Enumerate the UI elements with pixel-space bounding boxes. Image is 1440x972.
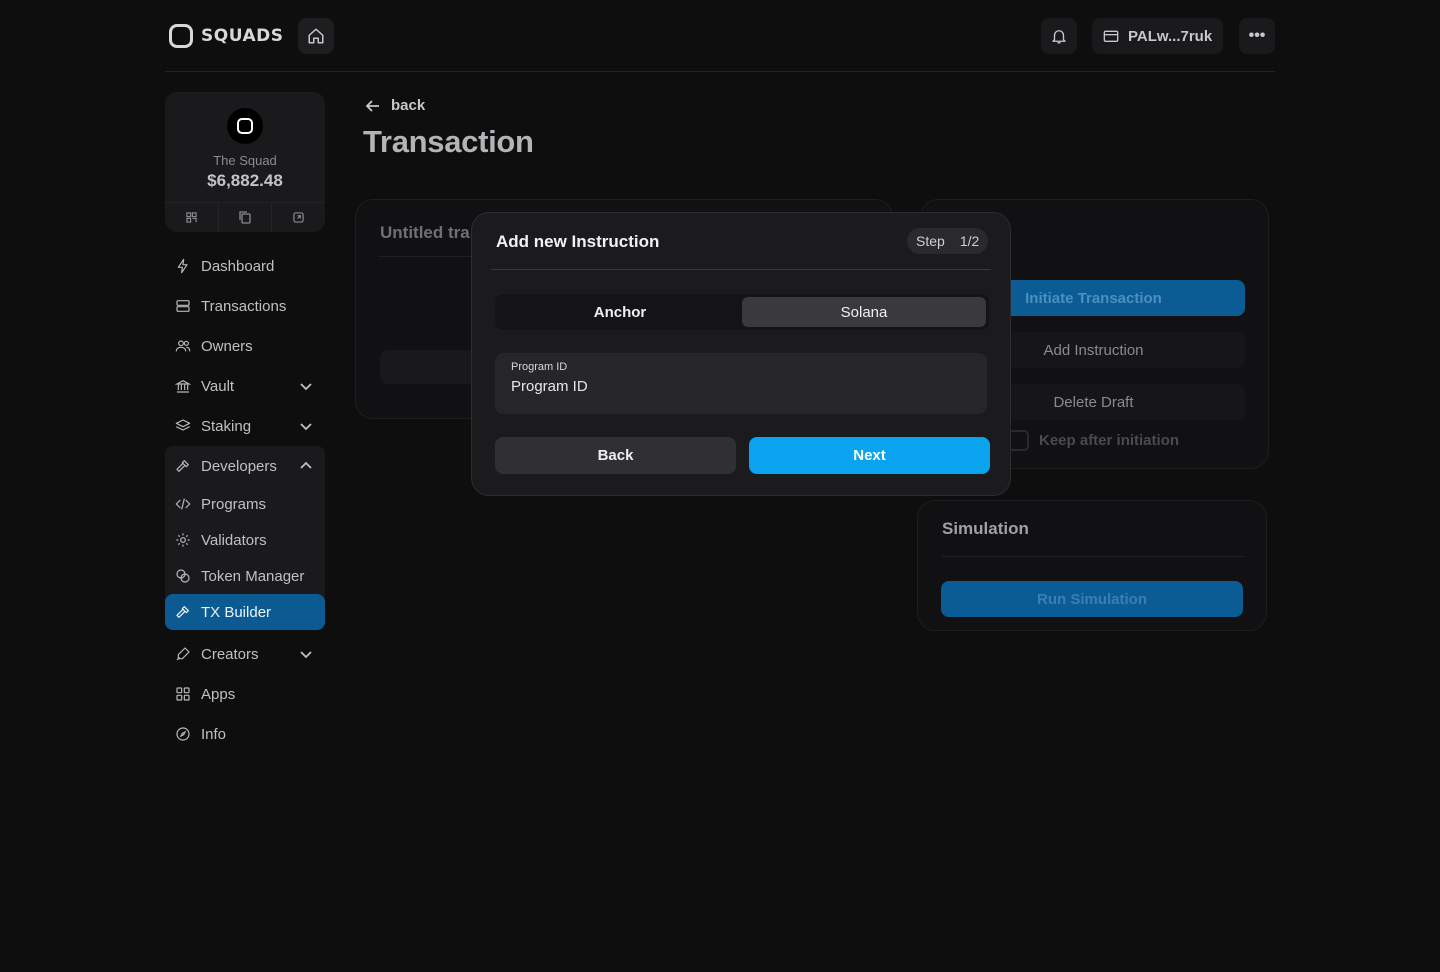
notifications-button[interactable]	[1041, 18, 1077, 54]
step-label: Step	[916, 233, 945, 249]
sidebar-item-label: Dashboard	[201, 257, 275, 275]
stack-icon	[176, 300, 190, 312]
keep-after-initiation-checkbox[interactable]	[1008, 430, 1029, 451]
modal-title: Add new Instruction	[496, 232, 660, 251]
developers-group: Developers Programs Validators Token Man…	[165, 446, 325, 630]
sidebar-item-label: Programs	[201, 495, 267, 513]
program-id-input[interactable]	[511, 375, 961, 397]
pen-icon	[176, 647, 190, 661]
sidebar-item-tx-builder[interactable]: TX Builder	[165, 594, 325, 630]
sidebar-item-owners[interactable]: Owners	[165, 326, 325, 366]
divider	[942, 556, 1244, 557]
squad-name: The Squad	[213, 153, 277, 168]
wallet-address: PALw...7ruk	[1128, 27, 1213, 45]
tab-anchor[interactable]: Anchor	[498, 297, 742, 327]
chevron-up-icon	[300, 461, 312, 469]
logo-text: SQUADS	[201, 26, 284, 46]
bolt-icon	[177, 258, 188, 274]
sidebar-item-label: Staking	[201, 417, 252, 435]
arrow-left-icon	[365, 99, 379, 112]
sidebar-item-label: Info	[201, 725, 227, 743]
code-icon	[175, 498, 191, 510]
squad-balance: $6,882.48	[207, 171, 283, 190]
home-icon	[308, 28, 324, 44]
keep-after-initiation-label: Keep after initiation	[1039, 432, 1180, 449]
squads-logo[interactable]: SQUADS	[169, 24, 284, 48]
step-value: 1/2	[959, 233, 980, 249]
compass-icon	[176, 727, 190, 741]
copy-icon	[239, 211, 251, 224]
simulation-title: Simulation	[942, 519, 1029, 538]
sidebar-item-staking[interactable]: Staking	[165, 406, 325, 446]
wallet-icon	[1103, 30, 1119, 42]
squad-card: The Squad $6,882.48	[165, 92, 325, 232]
chevron-down-icon	[300, 651, 312, 659]
home-button[interactable]	[298, 18, 334, 54]
chevron-down-icon	[300, 423, 312, 431]
sidebar-item-developers[interactable]: Developers	[165, 446, 325, 486]
sidebar-item-label: Apps	[201, 685, 236, 703]
wallet-button[interactable]: PALw...7ruk	[1092, 18, 1223, 54]
draft-title: Untitled tra	[380, 223, 470, 242]
cog-icon	[176, 533, 190, 547]
run-simulation-button[interactable]: Run Simulation	[941, 581, 1243, 617]
sidebar-item-label: Developers	[201, 457, 277, 475]
step-indicator: Step 1/2	[907, 228, 989, 254]
program-id-field[interactable]: Program ID	[495, 353, 987, 414]
qr-button[interactable]	[165, 203, 219, 232]
more-icon: •••	[1248, 27, 1266, 44]
sidebar-nav: Dashboard Transactions Owners Vault Stak…	[165, 246, 325, 754]
sidebar-item-label: Validators	[201, 531, 267, 549]
sidebar-item-transactions[interactable]: Transactions	[165, 286, 325, 326]
back-button[interactable]: Back	[495, 437, 736, 474]
sidebar-item-vault[interactable]: Vault	[165, 366, 325, 406]
grid-icon	[176, 687, 190, 701]
sidebar-item-validators[interactable]: Validators	[165, 522, 325, 558]
tab-solana[interactable]: Solana	[742, 297, 986, 327]
back-link-label: back	[391, 97, 426, 114]
sidebar-item-label: TX Builder	[201, 603, 272, 621]
squad-actions	[165, 202, 325, 232]
page-title: Transaction	[363, 124, 534, 159]
instruction-type-toggle: Anchor Solana	[495, 294, 989, 330]
coins-icon	[176, 569, 190, 583]
sidebar-item-dashboard[interactable]: Dashboard	[165, 246, 325, 286]
back-link[interactable]: back	[365, 97, 425, 114]
top-bar: SQUADS PALw...7ruk •••	[165, 0, 1275, 72]
sidebar-item-apps[interactable]: Apps	[165, 674, 325, 714]
sidebar-item-label: Vault	[201, 377, 235, 395]
hammer-icon	[176, 460, 189, 472]
next-button[interactable]: Next	[749, 437, 990, 474]
sidebar-item-label: Transactions	[201, 297, 287, 315]
more-button[interactable]: •••	[1239, 18, 1275, 54]
bell-icon	[1052, 30, 1066, 44]
add-instruction-modal: Add new Instruction Step 1/2 Anchor Sola…	[471, 212, 1011, 496]
sidebar-item-programs[interactable]: Programs	[165, 486, 325, 522]
users-icon	[175, 340, 191, 352]
divider	[491, 269, 991, 270]
squads-logo-icon	[169, 24, 193, 48]
sidebar-item-info[interactable]: Info	[165, 714, 325, 754]
program-id-label: Program ID	[511, 361, 568, 373]
sidebar-item-label: Owners	[201, 337, 253, 355]
layers-icon	[175, 419, 191, 431]
chevron-down-icon	[300, 383, 312, 391]
external-button[interactable]	[272, 203, 325, 232]
sidebar-item-label: Token Manager	[201, 567, 305, 585]
bank-icon	[175, 379, 191, 393]
external-icon	[293, 212, 304, 223]
sidebar-item-token-manager[interactable]: Token Manager	[165, 558, 325, 594]
hammer-icon	[176, 606, 189, 618]
squad-avatar	[227, 108, 263, 144]
qr-icon	[186, 212, 197, 223]
sidebar-item-label: Creators	[201, 645, 259, 663]
copy-button[interactable]	[219, 203, 273, 232]
sidebar-item-creators[interactable]: Creators	[165, 634, 325, 674]
